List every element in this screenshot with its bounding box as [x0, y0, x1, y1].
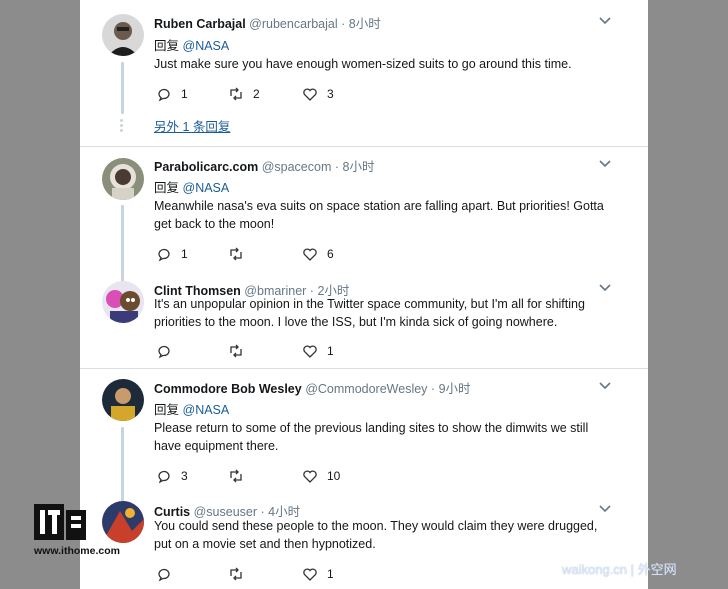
- retweet-icon: [230, 567, 242, 581]
- author-handle[interactable]: @CommodoreWesley: [305, 382, 427, 396]
- avatar[interactable]: [102, 14, 144, 56]
- reply-count: 3: [181, 469, 188, 483]
- thread-line: [121, 62, 124, 114]
- ithome-url-watermark: www.ithome.com: [34, 545, 120, 557]
- retweet-button[interactable]: 2: [228, 86, 260, 102]
- reply-to-line: 回复 @NASA: [154, 177, 229, 196]
- retweet-icon: [230, 344, 242, 358]
- chevron-down-icon[interactable]: [598, 502, 612, 516]
- chevron-down-icon[interactable]: [598, 14, 612, 28]
- retweet-icon: [230, 87, 242, 101]
- like-count: 3: [327, 87, 334, 101]
- tweet-thread-panel: Ruben Carbajal @rubencarbajal · 8小时 回复 @…: [80, 0, 648, 589]
- tweet-parabolicarc[interactable]: Parabolicarc.com @spacecom · 8小时 回复 @NAS…: [80, 147, 648, 283]
- reply-icon: [158, 568, 170, 582]
- author-name[interactable]: Commodore Bob Wesley: [154, 382, 302, 396]
- separator: ·: [430, 382, 436, 396]
- chevron-down-icon[interactable]: [598, 157, 612, 171]
- tweet-text: It's an unpopular opinion in the Twitter…: [154, 297, 585, 329]
- retweet-button[interactable]: [228, 566, 253, 582]
- like-button[interactable]: 1: [302, 343, 334, 359]
- thread-line: [121, 205, 124, 283]
- tweet-ruben-carbajal[interactable]: Ruben Carbajal @rubencarbajal · 8小时 回复 @…: [80, 0, 648, 146]
- tweet-text: You could send these people to the moon.…: [154, 519, 598, 551]
- like-count: 6: [327, 247, 334, 261]
- like-button[interactable]: 1: [302, 566, 334, 582]
- avatar[interactable]: [102, 158, 144, 200]
- thread-dots: [120, 119, 124, 134]
- author-handle[interactable]: @rubencarbajal: [249, 17, 337, 31]
- like-icon: [303, 345, 317, 358]
- retweet-icon: [230, 247, 242, 261]
- like-button[interactable]: 10: [302, 468, 340, 484]
- avatar[interactable]: [102, 281, 144, 323]
- reply-button[interactable]: 1: [156, 246, 188, 262]
- chevron-down-icon[interactable]: [598, 379, 612, 393]
- like-button[interactable]: 3: [302, 86, 334, 102]
- timestamp[interactable]: 8小时: [343, 160, 375, 174]
- separator: ·: [341, 17, 346, 31]
- reply-to-line: 回复 @NASA: [154, 35, 229, 54]
- tweet-text: Meanwhile nasa's eva suits on space stat…: [154, 199, 604, 231]
- reply-prefix: 回复: [154, 39, 180, 53]
- retweet-button[interactable]: [228, 468, 253, 484]
- retweet-count: 2: [253, 87, 260, 101]
- reply-icon: [158, 88, 170, 102]
- reply-to-line: 回复 @NASA: [154, 399, 229, 418]
- timestamp[interactable]: 9小时: [439, 382, 471, 396]
- separator: ·: [334, 160, 340, 174]
- like-count: 1: [327, 567, 334, 581]
- reply-icon: [158, 248, 170, 262]
- chevron-down-icon[interactable]: [598, 281, 612, 295]
- tweet-commodore-bob-wesley[interactable]: Commodore Bob Wesley @CommodoreWesley · …: [80, 369, 648, 505]
- show-more-replies-link[interactable]: 另外 1 条回复: [154, 116, 230, 135]
- avatar[interactable]: [102, 379, 144, 421]
- reply-to-mention[interactable]: @NASA: [183, 403, 230, 417]
- author-name[interactable]: Ruben Carbajal: [154, 17, 246, 31]
- retweet-icon: [230, 469, 242, 483]
- tweet-clint-thomsen[interactable]: Clint Thomsen @bmariner · 2小时 It's an un…: [80, 273, 648, 368]
- like-count: 1: [327, 344, 334, 358]
- timestamp[interactable]: 8小时: [349, 17, 381, 31]
- tweet-text: Please return to some of the previous la…: [154, 421, 589, 453]
- retweet-button[interactable]: [228, 246, 253, 262]
- reply-button[interactable]: 3: [156, 468, 188, 484]
- reply-button[interactable]: [156, 566, 181, 582]
- reply-to-mention[interactable]: @NASA: [183, 181, 230, 195]
- reply-count: 1: [181, 87, 188, 101]
- tweet-text: Just make sure you have enough women-siz…: [154, 57, 572, 71]
- like-icon: [303, 568, 317, 581]
- like-icon: [303, 470, 317, 483]
- reply-button[interactable]: [156, 343, 181, 359]
- like-icon: [303, 88, 317, 101]
- like-icon: [303, 248, 317, 261]
- reply-to-mention[interactable]: @NASA: [183, 39, 230, 53]
- reply-prefix: 回复: [154, 181, 180, 195]
- reply-prefix: 回复: [154, 403, 180, 417]
- author-name[interactable]: Parabolicarc.com: [154, 160, 258, 174]
- reply-button[interactable]: 1: [156, 86, 188, 102]
- waikong-watermark: waikong.cn | 外空网: [562, 562, 677, 577]
- reply-count: 1: [181, 247, 188, 261]
- like-button[interactable]: 6: [302, 246, 334, 262]
- retweet-button[interactable]: [228, 343, 253, 359]
- reply-icon: [158, 470, 170, 484]
- like-count: 10: [327, 469, 341, 483]
- reply-icon: [158, 345, 170, 359]
- author-handle[interactable]: @spacecom: [262, 160, 332, 174]
